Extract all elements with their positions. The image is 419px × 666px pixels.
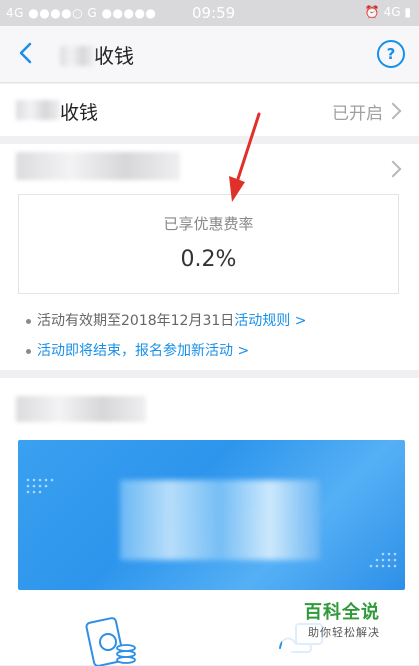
note-new-activity: 活动即将结束，报名参加新活动 > [26, 340, 249, 360]
watermark-title: 百科全说 [304, 602, 380, 623]
clock: 09:59 [192, 4, 236, 22]
page-title: 收钱 [60, 40, 134, 69]
redacted-name [60, 46, 94, 66]
chevron-right-icon [384, 102, 402, 120]
chevron-right-icon[interactable] [384, 160, 402, 178]
back-icon[interactable] [14, 40, 40, 66]
signal-indicator: 4G ●●●●○ G ●●●●● [6, 6, 157, 20]
redacted-title [16, 396, 146, 422]
bullet-icon [26, 318, 31, 324]
redacted-name [16, 100, 60, 120]
watermark-subtitle: 助你轻松解决 [308, 626, 380, 639]
status-value: 已开启 [332, 104, 383, 124]
rate-box: 已享优惠费率 0.2% [18, 194, 399, 294]
phone-coins-icon[interactable] [78, 616, 148, 666]
annotation-arrow-icon [229, 112, 261, 202]
rate-card: 已享优惠费率 0.2% 活动有效期至2018年12月31日活动规则 > 活动即将… [0, 144, 419, 370]
help-icon[interactable]: ? [377, 40, 405, 68]
dots-decoration-icon [26, 478, 54, 494]
redacted-title[interactable] [16, 152, 180, 180]
redacted-banner-text [120, 480, 320, 560]
activity-rules-link[interactable]: 活动规则 > [234, 313, 306, 329]
page-title-text: 收钱 [94, 44, 134, 68]
collection-status-row[interactable]: 收钱 已开启 [0, 84, 419, 136]
promo-banner[interactable] [18, 440, 405, 590]
note-period: 活动有效期至2018年12月31日活动规则 > [26, 310, 306, 330]
rate-value: 0.2% [180, 247, 237, 272]
row-label: 收钱 [60, 102, 99, 124]
new-activity-link[interactable]: 活动即将结束，报名参加新活动 > [37, 343, 249, 359]
rate-label: 已享优惠费率 [163, 215, 254, 233]
status-icons: ⏰ 4G ▮ [364, 5, 411, 19]
bullet-icon [26, 348, 31, 354]
note-text: 活动有效期至2018年12月31日 [37, 313, 235, 329]
status-bar: 4G ●●●●○ G ●●●●● 09:59 ⏰ 4G ▮ [0, 0, 419, 26]
nav-bar: 收钱 ? [0, 26, 419, 83]
dots-decoration-icon [369, 552, 397, 568]
